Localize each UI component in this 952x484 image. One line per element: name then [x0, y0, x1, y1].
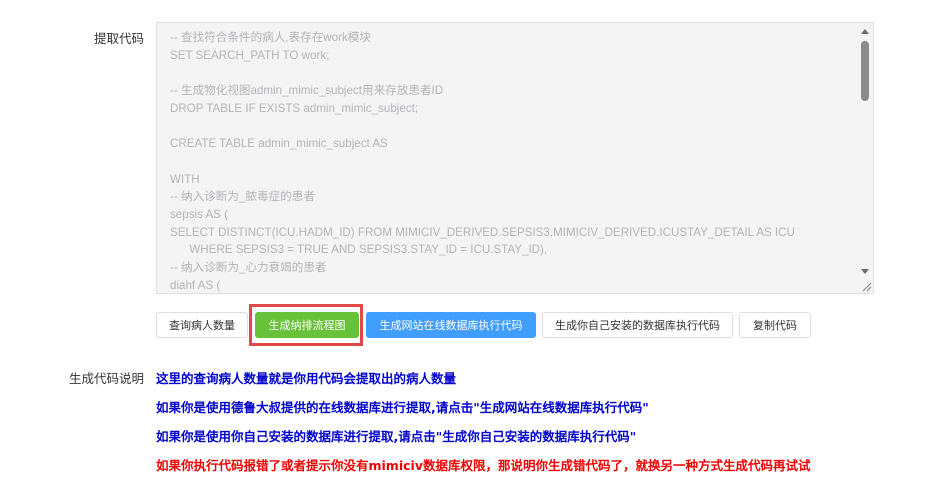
scroll-thumb[interactable]: [861, 41, 869, 101]
copy-code-button[interactable]: 复制代码: [739, 312, 811, 338]
note-patient-count: 这里的查询病人数量就是你用代码会提取出的病人数量: [156, 371, 457, 386]
note-online-db: 如果你是使用德鲁大叔提供的在线数据库进行提取,请点击"生成网站在线数据库执行代码…: [156, 400, 649, 415]
generate-online-code-button[interactable]: 生成网站在线数据库执行代码: [366, 312, 536, 338]
explain-label: 生成代码说明: [68, 371, 144, 386]
scroll-down-arrow-icon[interactable]: [861, 269, 869, 274]
note-error-hint: 如果你执行代码报错了或者提示你没有mimiciv数据库权限，那说明你生成错代码了…: [156, 458, 811, 473]
vertical-scrollbar[interactable]: [857, 23, 873, 281]
query-patient-count-button[interactable]: 查询病人数量: [156, 312, 248, 338]
resize-handle-icon[interactable]: [860, 280, 872, 292]
code-label: 提取代码: [93, 31, 144, 46]
code-textarea[interactable]: -- 查找符合条件的病人,表存在work模块 SET SEARCH_PATH T…: [156, 22, 874, 294]
highlight-box: [249, 304, 363, 346]
code-content: -- 查找符合条件的病人,表存在work模块 SET SEARCH_PATH T…: [170, 31, 795, 292]
generate-local-code-button[interactable]: 生成你自己安装的数据库执行代码: [542, 312, 733, 338]
scroll-up-arrow-icon[interactable]: [861, 29, 869, 34]
note-local-db: 如果你是使用你自己安装的数据库进行提取,请点击"生成你自己安装的数据库执行代码": [156, 429, 637, 444]
